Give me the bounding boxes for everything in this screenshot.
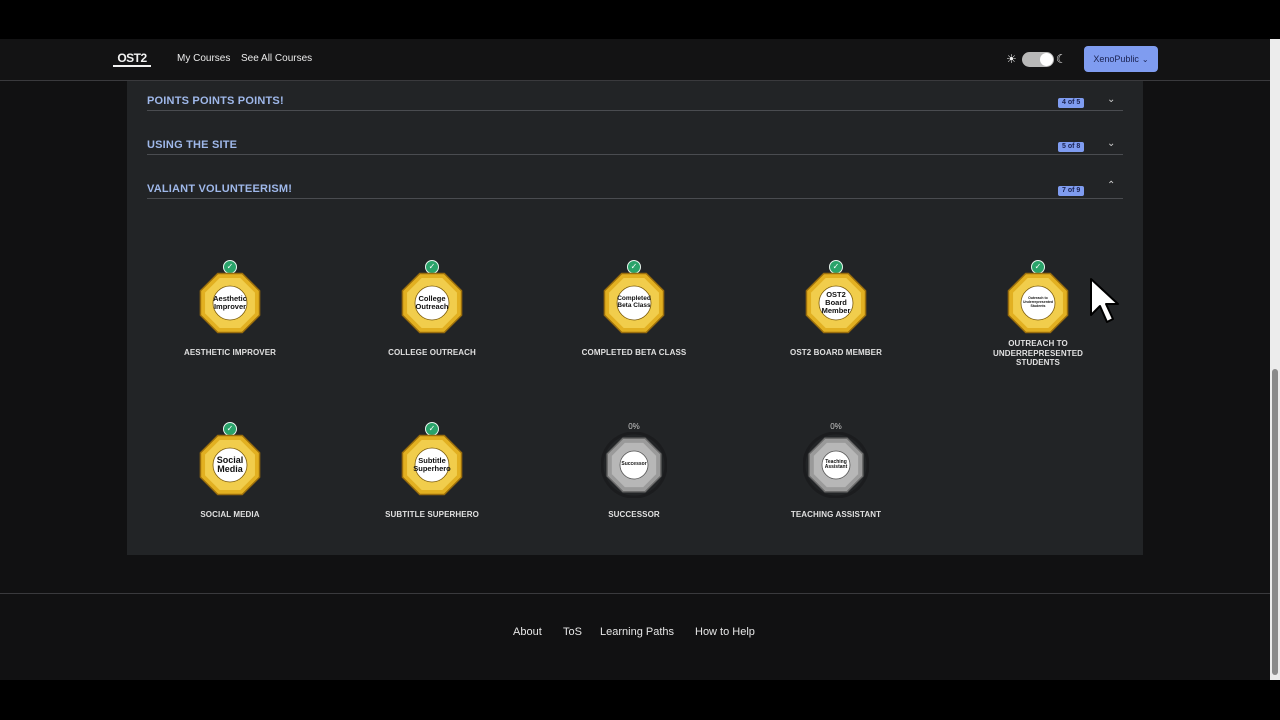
badge-medal-text: College Outreach — [415, 294, 449, 311]
badge-medal-text: Subtitle Superhero — [413, 456, 451, 473]
badge-label: OUTREACH TO UNDERREPRESENTED STUDENTS — [992, 339, 1084, 368]
page-scrollbar[interactable] — [1270, 39, 1280, 680]
badge-medal-text: Outreach to Underrepresented Students — [1022, 296, 1054, 308]
badge-medal-text: Aesthetic Improver — [213, 294, 247, 311]
moon-icon: ☾ — [1056, 52, 1067, 66]
theme-toggle[interactable] — [1022, 52, 1054, 67]
section-title: USING THE SITE — [147, 139, 238, 151]
chevron-up-icon[interactable]: ⌃ — [1107, 180, 1115, 191]
badge-progress-percent: 0% — [830, 422, 842, 431]
footer-link-learning-paths[interactable]: Learning Paths — [600, 626, 674, 638]
user-menu-button[interactable]: XenoPublic ⌄ — [1084, 46, 1158, 72]
logo-text: OST2 — [117, 51, 147, 65]
badge-medal-icon: Social Media — [197, 432, 263, 498]
badge-label: COMPLETED BETA CLASS — [581, 348, 687, 357]
badge-medal-icon: Successor — [600, 431, 668, 499]
chevron-down-icon: ⌄ — [1141, 54, 1149, 64]
nav-my-courses[interactable]: My Courses — [177, 53, 230, 64]
section-valiant-volunteerism[interactable]: VALIANT VOLUNTEERISM! 7 of 9 ⌃ — [147, 169, 1123, 199]
page-viewport: OST2 My Courses See All Courses ☀ ☾ Xeno… — [0, 39, 1270, 680]
badge-label: AESTHETIC IMPROVER — [183, 348, 277, 357]
badge-medal-text: Teaching Assistant — [824, 458, 848, 470]
sun-icon: ☀ — [1006, 52, 1017, 66]
footer-link-tos[interactable]: ToS — [563, 626, 582, 638]
badge-medal-text: Social Media — [216, 454, 244, 474]
badge-label: COLLEGE OUTREACH — [388, 348, 476, 357]
section-progress-badge: 4 of 5 — [1058, 98, 1085, 108]
badge-medal-text: OST2 Board Member — [821, 290, 851, 315]
badge-medal-icon: Subtitle Superhero — [399, 432, 465, 498]
badge-medal-text: Completed Beta Class — [617, 295, 651, 309]
site-footer: About ToS Learning Paths How to Help — [0, 593, 1270, 680]
badge-medal-text: Successor — [621, 461, 647, 468]
badge-label: TEACHING ASSISTANT — [790, 510, 882, 519]
site-logo[interactable]: OST2 — [111, 51, 153, 69]
badge-medal-icon: OST2 Board Member — [803, 270, 869, 336]
top-navbar: OST2 My Courses See All Courses ☀ ☾ Xeno… — [0, 39, 1270, 81]
badge-medal-icon: Teaching Assistant — [802, 431, 870, 499]
course-badges-panel: POINTS POINTS POINTS! 4 of 5 ⌄ USING THE… — [127, 81, 1143, 555]
footer-link-how-to-help[interactable]: How to Help — [695, 626, 755, 638]
nav-see-all-courses[interactable]: See All Courses — [241, 53, 312, 64]
chevron-down-icon[interactable]: ⌄ — [1107, 94, 1115, 105]
footer-link-about[interactable]: About — [513, 626, 542, 638]
badge-medal-icon: College Outreach — [399, 270, 465, 336]
scrollbar-thumb[interactable] — [1272, 369, 1278, 675]
section-using-the-site[interactable]: USING THE SITE 5 of 8 ⌄ — [147, 125, 1123, 155]
badge-label: SOCIAL MEDIA — [200, 510, 260, 519]
badge-medal-icon: Completed Beta Class — [601, 270, 667, 336]
section-points-points-points[interactable]: POINTS POINTS POINTS! 4 of 5 ⌄ — [147, 81, 1123, 111]
section-progress-badge: 5 of 8 — [1058, 142, 1085, 152]
badge-medal-icon: Aesthetic Improver — [197, 270, 263, 336]
badge-medal-icon: Outreach to Underrepresented Students — [1005, 270, 1071, 336]
badge-progress-percent: 0% — [628, 422, 640, 431]
user-name: XenoPublic — [1093, 54, 1139, 64]
badge-label: SUCCESSOR — [608, 510, 660, 519]
section-title: POINTS POINTS POINTS! — [147, 95, 284, 107]
badge-label: OST2 BOARD MEMBER — [790, 348, 882, 357]
section-title: VALIANT VOLUNTEERISM! — [147, 183, 293, 195]
toggle-knob — [1040, 53, 1053, 66]
chevron-down-icon[interactable]: ⌄ — [1107, 138, 1115, 149]
theme-switcher: ☀ ☾ — [1006, 51, 1070, 67]
badge-label: SUBTITLE SUPERHERO — [385, 510, 479, 519]
section-progress-badge: 7 of 9 — [1058, 186, 1085, 196]
